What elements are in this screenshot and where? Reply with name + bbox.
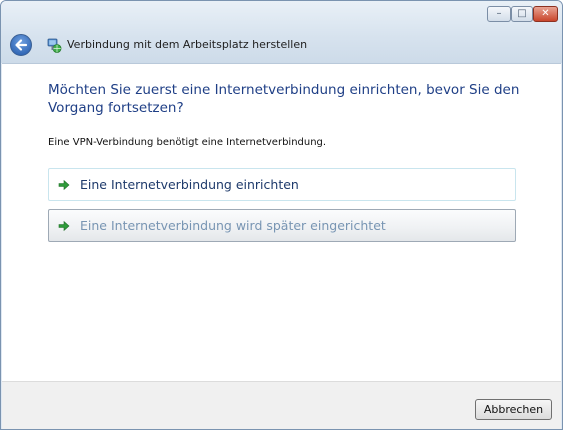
window-title: Verbindung mit dem Arbeitsplatz herstell…	[67, 38, 308, 51]
dialog-window: – □ ✕ Verbindung mit dem Arbeitsplatz he…	[0, 0, 563, 430]
maximize-button[interactable]: □	[511, 6, 533, 22]
maximize-icon: □	[517, 8, 527, 19]
option-label: Eine Internetverbindung einrichten	[80, 177, 299, 192]
minimize-button[interactable]: –	[487, 6, 511, 22]
close-icon: ✕	[541, 8, 550, 19]
green-arrow-icon	[58, 179, 70, 191]
main-content: Möchten Sie zuerst eine Internetverbindu…	[2, 63, 561, 382]
page-heading: Möchten Sie zuerst eine Internetverbindu…	[48, 82, 520, 116]
option-setup-internet-connection[interactable]: Eine Internetverbindung einrichten	[48, 168, 516, 201]
network-connection-icon	[47, 38, 62, 53]
cancel-button[interactable]: Abbrechen	[475, 399, 552, 420]
title-bar: – □ ✕ Verbindung mit dem Arbeitsplatz he…	[1, 1, 562, 63]
description-text: Eine VPN-Verbindung benötigt eine Intern…	[48, 137, 327, 148]
option-setup-later[interactable]: Eine Internetverbindung wird später eing…	[48, 209, 516, 242]
dialog-footer: Abbrechen	[2, 381, 561, 429]
close-button[interactable]: ✕	[533, 6, 558, 22]
back-arrow-icon	[15, 39, 28, 51]
minimize-icon: –	[496, 8, 502, 19]
option-label: Eine Internetverbindung wird später eing…	[80, 218, 386, 233]
green-arrow-icon	[58, 220, 70, 232]
back-button[interactable]	[10, 34, 32, 56]
